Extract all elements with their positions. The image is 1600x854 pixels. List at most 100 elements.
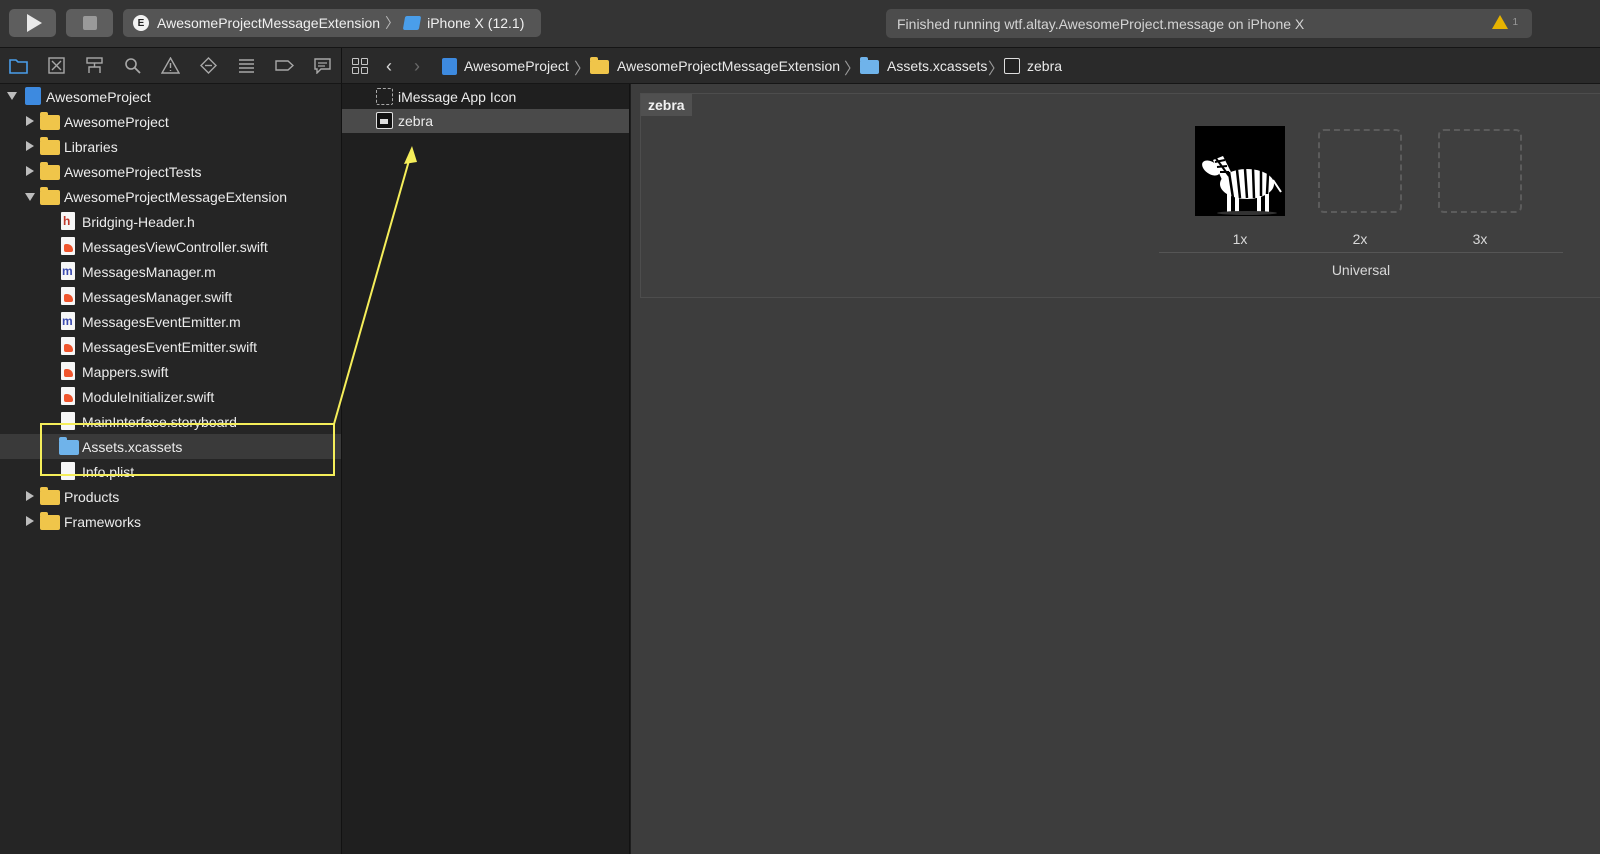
disclosure-closed-icon[interactable] xyxy=(26,516,34,526)
asset-name[interactable]: zebra xyxy=(641,94,692,116)
breadcrumb-label: AwesomeProjectMessageExtension xyxy=(617,58,841,74)
source-control-icon xyxy=(48,57,65,74)
tree-item-label: AwesomeProjectTests xyxy=(64,163,202,180)
breadcrumb-asset[interactable]: zebra xyxy=(1004,56,1062,76)
scheme-target[interactable]: AwesomeProjectMessageExtension xyxy=(157,15,380,31)
tree-item-label: AwesomeProject xyxy=(46,88,151,105)
source-control-navigator-tab[interactable] xyxy=(47,57,66,74)
plist-file-icon xyxy=(61,462,75,480)
tree-item-label: Info.plist xyxy=(82,463,135,480)
toolbar: E AwesomeProjectMessageExtension 〉 iPhon… xyxy=(0,0,1600,48)
debug-navigator-tab[interactable] xyxy=(237,57,256,74)
project-icon xyxy=(442,57,457,75)
stop-button[interactable] xyxy=(66,9,113,37)
warning-icon xyxy=(161,57,180,74)
report-navigator-tab[interactable] xyxy=(313,57,332,74)
swift-file-icon xyxy=(61,337,75,355)
navigator-selector-bar xyxy=(0,48,342,84)
breakpoint-navigator-tab[interactable] xyxy=(275,57,294,74)
back-icon[interactable]: ‹ xyxy=(386,57,392,75)
symbol-navigator-tab[interactable] xyxy=(85,57,104,74)
folder-icon xyxy=(40,187,60,205)
tree-item-label: MessagesEventEmitter.m xyxy=(82,313,241,330)
disclosure-open-icon[interactable] xyxy=(7,92,17,100)
activity-status: Finished running wtf.altay.AwesomeProjec… xyxy=(886,9,1532,38)
tree-row-root[interactable]: AwesomeProject xyxy=(0,84,341,109)
tree-item-label: MessagesManager.m xyxy=(82,263,216,280)
run-button[interactable] xyxy=(9,9,56,37)
tree-item-label: AwesomeProjectMessageExtension xyxy=(64,188,288,205)
disclosure-closed-icon[interactable] xyxy=(26,491,34,501)
folder-icon xyxy=(40,162,60,180)
asset-catalog-icon xyxy=(860,57,879,74)
folder-icon xyxy=(40,487,60,505)
warning-icon xyxy=(1492,15,1509,29)
search-icon xyxy=(125,58,141,74)
tree-item-label: AwesomeProject xyxy=(64,113,169,130)
swift-file-icon xyxy=(61,387,75,405)
slot-1x[interactable] xyxy=(1195,126,1285,216)
tree-item-label: Assets.xcassets xyxy=(82,438,183,455)
play-icon xyxy=(26,14,42,32)
slot-label: 1x xyxy=(1232,231,1248,247)
tree-row-folder[interactable]: Products xyxy=(0,484,341,509)
tree-row-file[interactable]: m MessagesManager.m xyxy=(0,259,341,284)
objc-file-icon: m xyxy=(61,312,75,330)
tree-row-folder[interactable]: AwesomeProjectMessageExtension xyxy=(0,184,341,209)
scheme-device[interactable]: iPhone X (12.1) xyxy=(427,15,524,31)
issue-navigator-tab[interactable] xyxy=(161,57,180,74)
divider xyxy=(1159,252,1563,253)
breadcrumb-label: Assets.xcassets xyxy=(887,58,988,74)
scheme-selector[interactable]: E AwesomeProjectMessageExtension 〉 iPhon… xyxy=(123,9,541,37)
folder-icon xyxy=(590,57,609,74)
related-items-icon[interactable] xyxy=(352,58,368,74)
tree-row-folder[interactable]: AwesomeProjectTests xyxy=(0,159,341,184)
tree-row-selected[interactable]: Assets.xcassets xyxy=(0,434,341,459)
report-icon xyxy=(314,58,331,74)
tree-row-file[interactable]: m MessagesEventEmitter.m xyxy=(0,309,341,334)
disclosure-closed-icon[interactable] xyxy=(26,116,34,126)
tree-row-folder[interactable]: AwesomeProject xyxy=(0,109,341,134)
image-set-panel: zebra 1x 2x 3x Universal xyxy=(640,93,1600,298)
tree-item-label: Mappers.swift xyxy=(82,363,169,380)
tree-row-file[interactable]: ModuleInitializer.swift xyxy=(0,384,341,409)
disclosure-closed-icon[interactable] xyxy=(26,166,34,176)
forward-icon[interactable]: › xyxy=(414,57,420,75)
breakpoint-icon xyxy=(275,60,294,71)
breadcrumb-group[interactable]: AwesomeProjectMessageExtension xyxy=(590,56,840,76)
project-navigator-tab[interactable] xyxy=(9,57,28,74)
tree-row-folder[interactable]: Libraries xyxy=(0,134,341,159)
slot-3x[interactable] xyxy=(1438,129,1522,213)
test-navigator-tab[interactable] xyxy=(199,57,218,74)
tree-row-folder[interactable]: Frameworks xyxy=(0,509,341,534)
app-icon-set-icon xyxy=(376,88,393,105)
folder-icon xyxy=(40,512,60,530)
tree-row-file[interactable]: MessagesEventEmitter.swift xyxy=(0,334,341,359)
warning-indicator[interactable]: 1 xyxy=(1492,15,1518,29)
stop-icon xyxy=(82,16,97,30)
swift-file-icon xyxy=(61,237,75,255)
slot-2x[interactable] xyxy=(1318,129,1402,213)
test-icon xyxy=(200,57,217,74)
tree-row-file[interactable]: Info.plist xyxy=(0,459,341,484)
asset-row-selected[interactable]: zebra xyxy=(342,109,629,133)
asset-detail: zebra 1x 2x 3x Universal xyxy=(631,84,1600,854)
asset-label: iMessage App Icon xyxy=(398,89,517,105)
jump-bar: ‹ › AwesomeProject 〉 AwesomeProjectMessa… xyxy=(342,48,1600,84)
asset-catalog-icon xyxy=(59,437,79,455)
storyboard-file-icon xyxy=(61,412,75,430)
breadcrumb-label: AwesomeProject xyxy=(464,58,569,74)
hierarchy-icon xyxy=(86,57,103,73)
breadcrumb-catalog[interactable]: Assets.xcassets xyxy=(860,56,987,76)
tree-row-file[interactable]: MessagesManager.swift xyxy=(0,284,341,309)
tree-row-file[interactable]: MainInterface.storyboard xyxy=(0,409,341,434)
breadcrumb-project[interactable]: AwesomeProject xyxy=(442,56,569,76)
disclosure-closed-icon[interactable] xyxy=(26,141,34,151)
chevron-right-icon: 〉 xyxy=(574,61,591,78)
tree-row-file[interactable]: h Bridging-Header.h xyxy=(0,209,341,234)
tree-row-file[interactable]: MessagesViewController.swift xyxy=(0,234,341,259)
tree-row-file[interactable]: Mappers.swift xyxy=(0,359,341,384)
disclosure-open-icon[interactable] xyxy=(25,193,35,201)
find-navigator-tab[interactable] xyxy=(123,57,142,74)
asset-row[interactable]: iMessage App Icon xyxy=(342,85,629,109)
